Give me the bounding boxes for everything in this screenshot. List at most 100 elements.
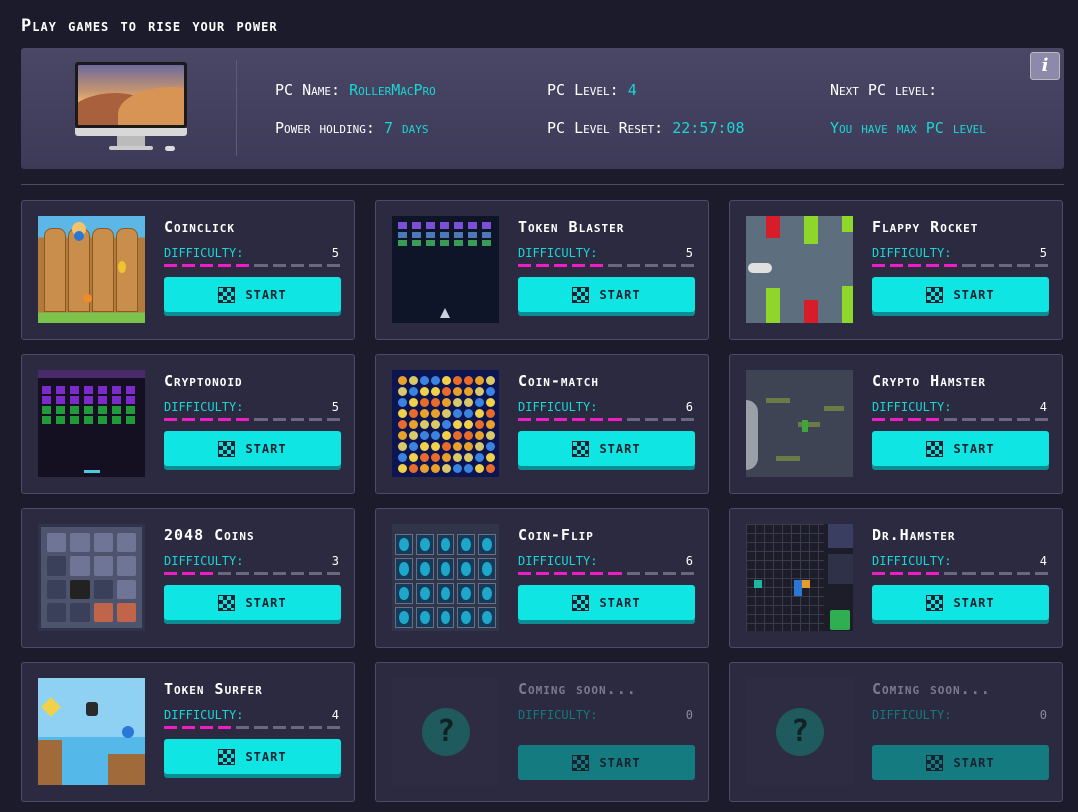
difficulty-segment xyxy=(272,726,286,729)
difficulty-value: 4 xyxy=(331,708,339,722)
difficulty-label: DIFFICULTY: xyxy=(164,708,244,722)
game-card: Dr.Hamster DIFFICULTY: 4 START xyxy=(729,508,1063,648)
difficulty-segment xyxy=(200,572,214,575)
game-card: Crypto Hamster DIFFICULTY: 4 START xyxy=(729,354,1063,494)
game-thumbnail: ? xyxy=(392,678,499,785)
start-button[interactable]: START xyxy=(164,739,341,774)
panel-divider xyxy=(236,60,237,156)
difficulty-segment xyxy=(1034,418,1048,421)
difficulty-segment xyxy=(272,264,286,267)
question-icon: ? xyxy=(422,708,470,756)
start-label: START xyxy=(953,595,995,610)
game-title: Dr.Hamster xyxy=(872,526,956,544)
difficulty-segment xyxy=(236,264,250,267)
start-button[interactable]: START xyxy=(518,277,695,312)
difficulty-segment xyxy=(962,264,976,267)
power-holding: Power holding: 7 days xyxy=(275,119,429,137)
start-button: START xyxy=(518,745,695,780)
start-label: START xyxy=(245,749,287,764)
start-button[interactable]: START xyxy=(164,431,341,466)
game-card: ? Coming soon... DIFFICULTY: 0 START xyxy=(375,662,709,802)
difficulty-segment xyxy=(326,726,340,729)
game-title: Cryptonoid xyxy=(164,372,243,390)
difficulty-segment xyxy=(872,572,886,575)
difficulty-segment xyxy=(308,418,322,421)
difficulty-segment xyxy=(290,264,304,267)
start-button[interactable]: START xyxy=(872,277,1049,312)
difficulty-segment xyxy=(998,572,1012,575)
difficulty-segment xyxy=(218,572,232,575)
game-card: Coinclick DIFFICULTY: 5 START xyxy=(21,200,355,340)
difficulty-label: DIFFICULTY: xyxy=(164,400,244,414)
game-thumbnail xyxy=(38,216,145,323)
start-button[interactable]: START xyxy=(518,585,695,620)
difficulty-bar xyxy=(872,264,1048,267)
difficulty-segment xyxy=(662,264,676,267)
difficulty-segment xyxy=(200,418,214,421)
difficulty-segment xyxy=(164,572,178,575)
next-pc-level-value: You have max PC level xyxy=(830,119,986,137)
game-thumbnail xyxy=(746,216,853,323)
difficulty-segment xyxy=(290,726,304,729)
difficulty-value: 4 xyxy=(1039,400,1047,414)
difficulty-segment xyxy=(254,264,268,267)
difficulty-segment xyxy=(182,264,196,267)
info-icon[interactable]: i xyxy=(1030,52,1060,80)
difficulty-segment xyxy=(908,418,922,421)
difficulty-segment xyxy=(554,572,568,575)
difficulty-segment xyxy=(254,572,268,575)
checkered-flag-icon xyxy=(218,286,236,303)
difficulty-segment xyxy=(536,418,550,421)
difficulty-segment xyxy=(662,418,676,421)
game-card: 2048 Coins DIFFICULTY: 3 START xyxy=(21,508,355,648)
start-button[interactable]: START xyxy=(518,431,695,466)
section-divider xyxy=(21,184,1064,185)
difficulty-segment xyxy=(518,264,532,267)
checkered-flag-icon xyxy=(572,594,590,611)
difficulty-segment xyxy=(1016,572,1030,575)
game-thumbnail xyxy=(38,678,145,785)
difficulty-label: DIFFICULTY: xyxy=(518,400,598,414)
difficulty-segment xyxy=(308,572,322,575)
checkered-flag-icon xyxy=(926,754,944,771)
difficulty-segment xyxy=(164,264,178,267)
difficulty-segment xyxy=(908,572,922,575)
difficulty-segment xyxy=(944,264,958,267)
difficulty-bar xyxy=(872,572,1048,575)
difficulty-label: DIFFICULTY: xyxy=(518,246,598,260)
difficulty-segment xyxy=(590,264,604,267)
start-button[interactable]: START xyxy=(164,277,341,312)
difficulty-segment xyxy=(908,264,922,267)
difficulty-segment xyxy=(164,726,178,729)
difficulty-segment xyxy=(626,264,640,267)
difficulty-segment xyxy=(308,264,322,267)
difficulty-segment xyxy=(200,726,214,729)
difficulty-segment xyxy=(962,418,976,421)
difficulty-segment xyxy=(998,264,1012,267)
start-label: START xyxy=(245,595,287,610)
difficulty-value: 6 xyxy=(685,400,693,414)
difficulty-label: DIFFICULTY: xyxy=(872,554,952,568)
game-thumbnail xyxy=(746,370,853,477)
difficulty-segment xyxy=(644,418,658,421)
start-label: START xyxy=(245,287,287,302)
difficulty-segment xyxy=(182,572,196,575)
start-button[interactable]: START xyxy=(872,431,1049,466)
start-button[interactable]: START xyxy=(164,585,341,620)
difficulty-segment xyxy=(890,418,904,421)
pc-level: PC Level: 4 xyxy=(547,81,637,99)
difficulty-segment xyxy=(554,418,568,421)
difficulty-segment xyxy=(326,264,340,267)
start-label: START xyxy=(953,287,995,302)
difficulty-segment xyxy=(182,726,196,729)
difficulty-segment xyxy=(590,418,604,421)
game-title: Coin-match xyxy=(518,372,600,390)
difficulty-segment xyxy=(608,264,622,267)
game-title: Coming soon... xyxy=(872,680,991,698)
difficulty-label: DIFFICULTY: xyxy=(518,708,598,722)
difficulty-bar xyxy=(518,264,694,267)
game-title: Flappy Rocket xyxy=(872,218,979,236)
pc-monitor-image xyxy=(73,60,191,156)
checkered-flag-icon xyxy=(926,286,944,303)
start-button[interactable]: START xyxy=(872,585,1049,620)
